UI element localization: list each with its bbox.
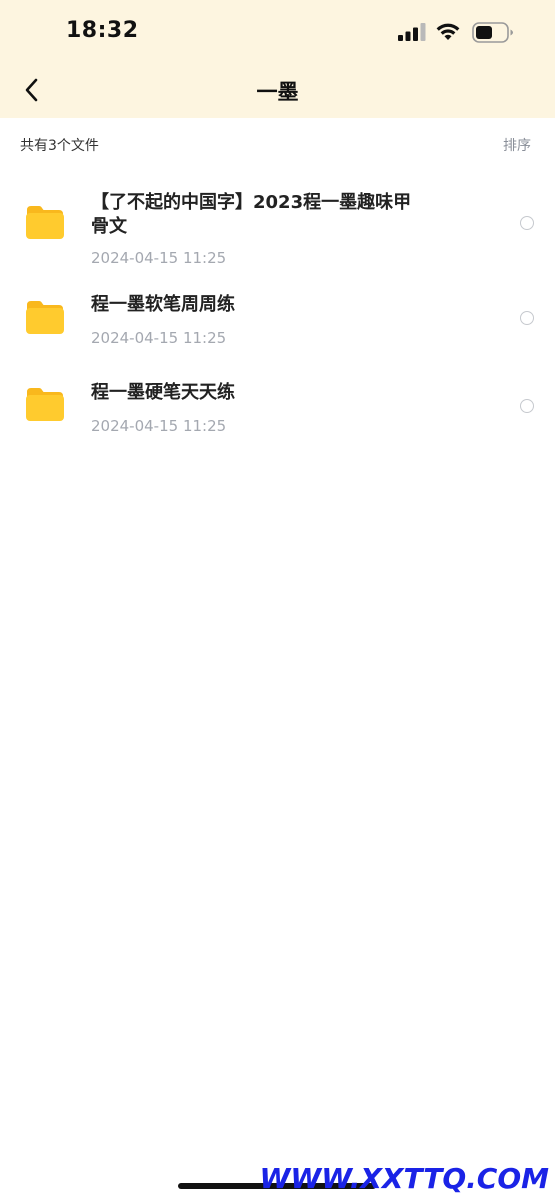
file-date: 2024-04-15 11:25 bbox=[91, 329, 227, 347]
signal-icon bbox=[398, 23, 426, 41]
file-name: 【了不起的中国字】2023程一墨趣味甲骨文 bbox=[91, 192, 412, 237]
summary-row: 共有3个文件 排序 bbox=[0, 118, 555, 172]
status-time: 18:32 bbox=[66, 18, 139, 43]
file-date: 2024-04-15 11:25 bbox=[91, 417, 227, 435]
select-radio[interactable] bbox=[520, 311, 534, 325]
list-item[interactable]: 程一墨硬笔天天练 2024-04-15 11:25 bbox=[0, 368, 555, 458]
folder-icon bbox=[26, 301, 64, 334]
wifi-icon bbox=[436, 23, 460, 40]
file-date: 2024-04-15 11:25 bbox=[91, 249, 227, 267]
folder-icon bbox=[26, 206, 64, 239]
page-title: 一墨 bbox=[256, 80, 299, 104]
screen: 18:32 一墨 共有3个文件 排序 【了不起的中国字】2023程一墨趣味甲骨文… bbox=[0, 0, 555, 1200]
watermark: WWW.XXTTQ.COM bbox=[259, 1162, 549, 1195]
file-count: 共有3个文件 bbox=[20, 138, 99, 154]
select-radio[interactable] bbox=[520, 399, 534, 413]
list-item[interactable]: 程一墨软笔周周练 2024-04-15 11:25 bbox=[0, 278, 555, 368]
file-name: 程一墨硬笔天天练 bbox=[91, 382, 235, 403]
battery-icon bbox=[472, 22, 513, 43]
status-bar: 18:32 bbox=[0, 0, 555, 64]
folder-icon bbox=[26, 388, 64, 421]
select-radio[interactable] bbox=[520, 216, 534, 230]
nav-bar: 一墨 bbox=[0, 64, 555, 118]
file-name: 程一墨软笔周周练 bbox=[91, 294, 235, 315]
file-list: 【了不起的中国字】2023程一墨趣味甲骨文 2024-04-15 11:25 程… bbox=[0, 180, 555, 458]
list-item[interactable]: 【了不起的中国字】2023程一墨趣味甲骨文 2024-04-15 11:25 bbox=[0, 180, 555, 278]
sort-button[interactable]: 排序 bbox=[503, 135, 531, 155]
header-area: 18:32 一墨 bbox=[0, 0, 555, 118]
